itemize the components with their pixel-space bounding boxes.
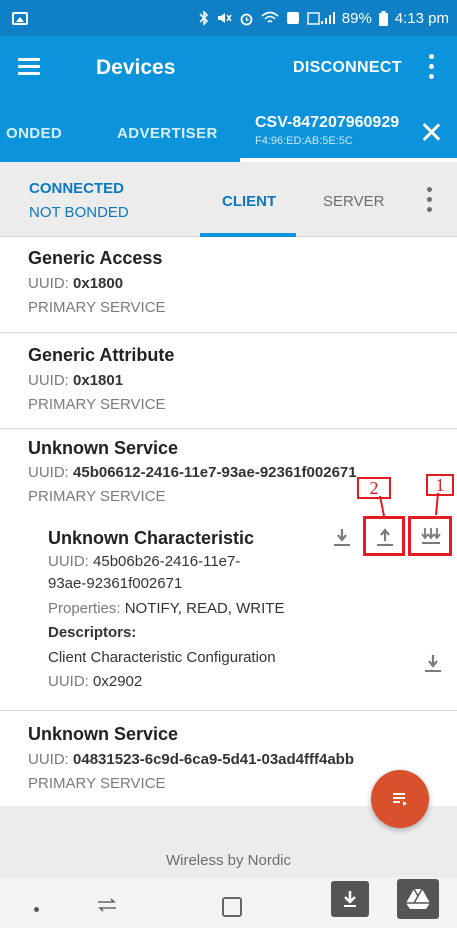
battery-icon [378, 10, 388, 26]
service-uuid: UUID: 0x1801 [28, 372, 124, 389]
characteristic-uuid-cont: 93ae-92361f002671 [48, 575, 183, 592]
list-item[interactable]: Generic Attribute UUID: 0x1801 PRIMARY S… [0, 333, 457, 429]
characteristic-title: Unknown Characteristic [48, 528, 255, 548]
download-icon[interactable] [329, 524, 355, 550]
service-title: Generic Attribute [28, 345, 175, 365]
list-icon [393, 793, 407, 806]
home-icon[interactable] [222, 897, 242, 917]
status-icons: 89% 4:13 pm [199, 10, 449, 27]
signal-icon [307, 12, 335, 25]
app-bar: Devices DISCONNECT [0, 36, 457, 100]
connection-bar: CONNECTED NOT BONDED CLIENT SERVER [0, 162, 457, 237]
annotation-box-1 [408, 516, 452, 556]
battery-percent: 89% [341, 9, 372, 27]
characteristic-properties: Properties: NOTIFY, READ, WRITE [48, 600, 285, 617]
footer-text: Wireless by Nordic [165, 852, 292, 869]
bond-state: NOT BONDED [29, 204, 129, 221]
tab-advertiser[interactable]: ADVERTISER [117, 125, 218, 142]
connection-state: CONNECTED [29, 180, 125, 197]
characteristic-uuid: UUID: 45b06b26-2416-11e7- [48, 553, 241, 570]
menu-icon[interactable] [18, 58, 40, 76]
annotation-pointer-1 [435, 493, 439, 516]
recent-apps-icon[interactable] [95, 895, 119, 915]
tab-server[interactable]: SERVER [323, 193, 384, 210]
service-type: PRIMARY SERVICE [28, 396, 166, 413]
annotation-pointer-2 [379, 496, 385, 517]
more-vert-icon[interactable] [426, 54, 436, 80]
service-title: Unknown Service [28, 438, 179, 458]
dot-icon [34, 907, 39, 912]
disconnect-button[interactable]: DISCONNECT [293, 59, 402, 77]
service-type: PRIMARY SERVICE [28, 488, 166, 505]
download-icon[interactable] [420, 650, 446, 676]
service-uuid: UUID: 0x1800 [28, 275, 124, 292]
image-icon [12, 11, 28, 25]
device-name: CSV-847207960929 [255, 114, 400, 131]
download-app-icon[interactable] [331, 881, 369, 917]
bluetooth-icon [199, 10, 208, 26]
service-title: Generic Access [28, 248, 163, 268]
list-item[interactable]: Unknown Service UUID: 45b06612-2416-11e7… [0, 429, 457, 711]
service-uuid: UUID: 45b06612-2416-11e7-93ae-92361f0026… [28, 464, 357, 481]
descriptors-heading: Descriptors: [48, 624, 137, 641]
service-uuid: UUID: 04831523-6c9d-6ca9-5d41-03ad4fff4a… [28, 751, 355, 768]
device-mac: F4:96:ED:AB:5E:5C [255, 135, 353, 147]
service-title: Unknown Service [28, 724, 179, 744]
mute-icon [217, 13, 232, 23]
service-type: PRIMARY SERVICE [28, 775, 166, 792]
tab-client[interactable]: CLIENT [222, 193, 276, 210]
service-type: PRIMARY SERVICE [28, 299, 166, 316]
descriptor-name: Client Characteristic Configuration [48, 649, 276, 666]
log-fab-button[interactable] [371, 770, 429, 828]
tab-bonded[interactable]: ONDED [6, 125, 62, 142]
clock: 4:13 pm [394, 9, 449, 27]
descriptor-uuid: UUID: 0x2902 [48, 673, 143, 690]
data-icon [286, 12, 299, 24]
close-icon[interactable] [422, 123, 440, 141]
list-item[interactable]: Generic Access UUID: 0x1800 PRIMARY SERV… [0, 237, 457, 333]
service-list: Generic Access UUID: 0x1800 PRIMARY SERV… [0, 237, 457, 806]
drive-icon [406, 888, 430, 909]
status-bar: 89% 4:13 pm [0, 0, 457, 36]
page-title: Devices [96, 56, 176, 79]
download-icon [344, 891, 356, 907]
more-vert-icon[interactable] [424, 187, 434, 213]
drive-app-icon[interactable] [397, 879, 439, 919]
wifi-icon [261, 11, 279, 23]
device-tabs: ONDED ADVERTISER CSV-847207960929 F4:96:… [0, 100, 457, 162]
annotation-box-2 [363, 516, 405, 556]
alarm-icon [240, 13, 253, 25]
navigation-bar [0, 878, 457, 928]
